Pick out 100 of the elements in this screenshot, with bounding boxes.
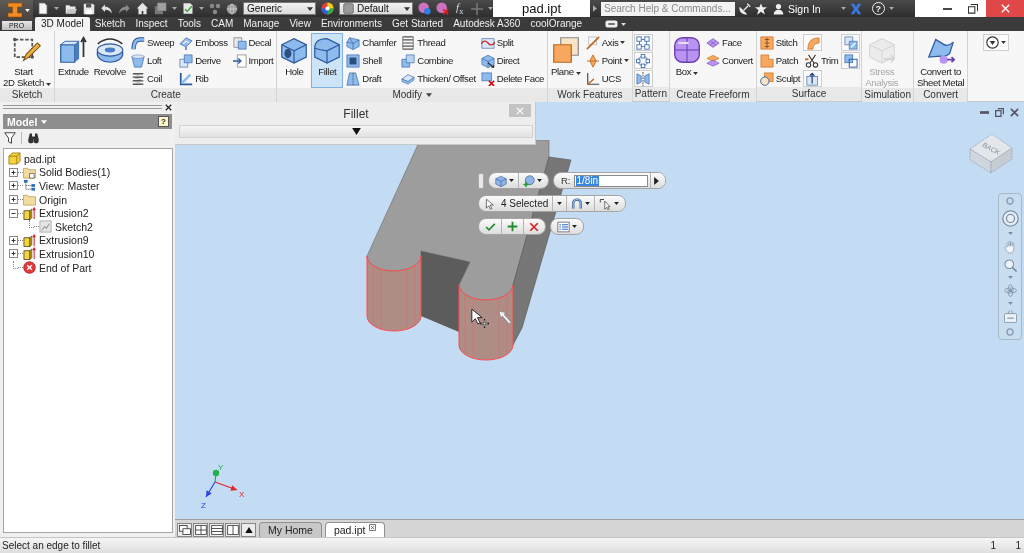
ribbon-tool-button[interactable]: Coil (128, 70, 177, 87)
tree-item[interactable]: pad.ipt (8, 152, 58, 166)
globe-icon[interactable] (226, 2, 238, 15)
redo-icon[interactable] (118, 2, 131, 15)
ribbon-tool-button[interactable]: Revolve (91, 33, 128, 88)
document-tab[interactable]: pad.ipt (324, 522, 386, 537)
plus-icon[interactable] (470, 2, 483, 15)
ribbon-tool-button[interactable]: Decal (230, 34, 276, 51)
ribbon-tool-button[interactable]: UCS (583, 70, 631, 87)
ribbon-tab[interactable]: Tools (172, 17, 206, 31)
selection-button[interactable]: 4 Selected (479, 196, 553, 211)
ribbon-tool-button[interactable]: Import (230, 52, 276, 69)
tree-expander[interactable] (9, 208, 18, 218)
ribbon-tab[interactable]: 3D Model (35, 17, 90, 31)
ribbon-tool-button[interactable]: Trim (803, 52, 841, 69)
caret-icon[interactable] (199, 7, 204, 10)
ribbon-tool-button[interactable]: Rib (177, 70, 230, 87)
ribbon-tool-button[interactable]: Shell (344, 52, 399, 69)
caret-icon[interactable] (487, 7, 493, 10)
ribbon-tool-button[interactable]: Sweep (128, 34, 177, 51)
tree-expander[interactable] (9, 235, 18, 245)
page-check-icon[interactable] (182, 2, 194, 15)
selected-edge-highlight[interactable] (458, 284, 514, 361)
ribbon-tool-button[interactable]: Fillet (311, 33, 344, 88)
ribbon-tool-button[interactable]: Thread (399, 34, 478, 51)
ok-button[interactable] (479, 219, 501, 234)
tree-item[interactable]: Extrusion10 (23, 247, 97, 261)
toggle-icon[interactable] (605, 20, 619, 28)
ribbon-tool-button[interactable]: Draft (344, 70, 399, 87)
ribbon-tool-button[interactable]: Delete Face (478, 70, 547, 87)
tree-item[interactable]: Extrusion2 (23, 206, 91, 220)
tree-expander[interactable] (9, 195, 18, 205)
caret-icon[interactable] (621, 22, 627, 26)
radius-field[interactable]: 1/8in (573, 174, 648, 187)
ribbon-tab[interactable]: Get Started (387, 17, 449, 31)
save-icon[interactable] (83, 2, 95, 15)
ribbon-tool-button[interactable]: Emboss (177, 34, 230, 51)
ribbon-tab[interactable]: Sketch (89, 17, 131, 31)
panel-title[interactable]: Modify (277, 88, 548, 102)
tree-expander[interactable] (9, 181, 18, 191)
ribbon-tool-button[interactable]: Thicken/ Offset (399, 70, 478, 87)
apply-arrow-button[interactable] (649, 173, 665, 188)
ribbon-tab[interactable]: View (284, 17, 316, 31)
triangle-right-icon[interactable] (593, 5, 597, 12)
tree-item[interactable]: End of Part (23, 261, 94, 275)
tree-expander[interactable] (9, 167, 18, 177)
sign-in-button[interactable]: Sign In (771, 2, 823, 15)
stacked-pages-icon[interactable] (154, 2, 167, 15)
blank-page-icon[interactable] (37, 2, 49, 15)
binoculars-icon[interactable] (27, 131, 40, 144)
satellite-dish-icon[interactable] (739, 2, 751, 15)
zoom-icon[interactable] (1003, 258, 1017, 272)
home-icon[interactable] (136, 2, 149, 15)
ribbon-tool-button[interactable]: Combine (399, 52, 478, 69)
ribbon-icon-button[interactable] (633, 70, 653, 87)
edge-loop-dropdown[interactable] (566, 196, 595, 211)
tree-item[interactable]: View: Master (23, 179, 102, 193)
help-button[interactable]: ? (158, 116, 169, 127)
tree-item[interactable]: Extrusion9 (23, 233, 91, 247)
tree-item[interactable]: Origin (23, 193, 69, 207)
open-folder-icon[interactable] (64, 2, 78, 15)
ribbon-tab[interactable]: Environments (315, 17, 387, 31)
apply-button[interactable] (501, 219, 523, 234)
ribbon-tool-button[interactable]: Chamfer (344, 34, 399, 51)
ribbon-tab[interactable]: Manage (238, 17, 285, 31)
tree-item[interactable]: Sketch2 (39, 220, 95, 234)
layout-button[interactable] (177, 523, 192, 537)
color-wheel-icon[interactable] (321, 2, 334, 15)
ribbon-tool-button[interactable]: Convert to Sheet Metal (914, 33, 967, 88)
grip-handle[interactable] (478, 172, 484, 189)
ribbon-tool-button[interactable]: Extrude (56, 33, 91, 88)
selection-dropdown[interactable] (552, 196, 567, 211)
ribbon-tool-button[interactable]: Convert (703, 52, 755, 69)
ribbon-icon-button[interactable] (803, 70, 822, 87)
layout-button[interactable] (241, 523, 256, 537)
solid-dropdown[interactable] (489, 173, 518, 188)
ribbon-tool-button[interactable]: Axis (583, 34, 631, 51)
search-field[interactable]: Search Help & Commands... (601, 1, 735, 16)
appearance-dropdown[interactable]: Default (339, 2, 413, 15)
ribbon-tool-button[interactable]: Start 2D Sketch (1, 33, 54, 88)
ribbon-tool-button[interactable]: Patch (757, 52, 802, 69)
ribbon-tab[interactable]: Autodesk A360 (448, 17, 526, 31)
layout-button[interactable] (225, 523, 240, 537)
ribbon-icon-button[interactable] (633, 34, 653, 51)
ribbon-tab[interactable]: Inspect (130, 17, 173, 31)
ribbon-tool-button[interactable]: Split (478, 34, 547, 51)
paint-ball-cross-icon[interactable] (436, 2, 449, 15)
undo-icon[interactable] (100, 2, 113, 15)
caret-icon[interactable] (172, 7, 177, 10)
caret-icon[interactable] (840, 7, 846, 10)
x-logo-icon[interactable] (849, 2, 862, 15)
ribbon-tool-button[interactable]: Plane (549, 33, 583, 88)
layout-button[interactable] (193, 523, 208, 537)
ribbon-tool-button[interactable]: Loft (128, 52, 177, 69)
ribbon-tool-button[interactable]: Derive (177, 52, 230, 69)
funnel-icon[interactable] (4, 131, 16, 144)
restore-icon[interactable] (995, 108, 1004, 117)
select-mode-dropdown[interactable] (594, 196, 626, 211)
star-icon[interactable] (755, 2, 767, 15)
caret-icon[interactable] (888, 7, 894, 10)
